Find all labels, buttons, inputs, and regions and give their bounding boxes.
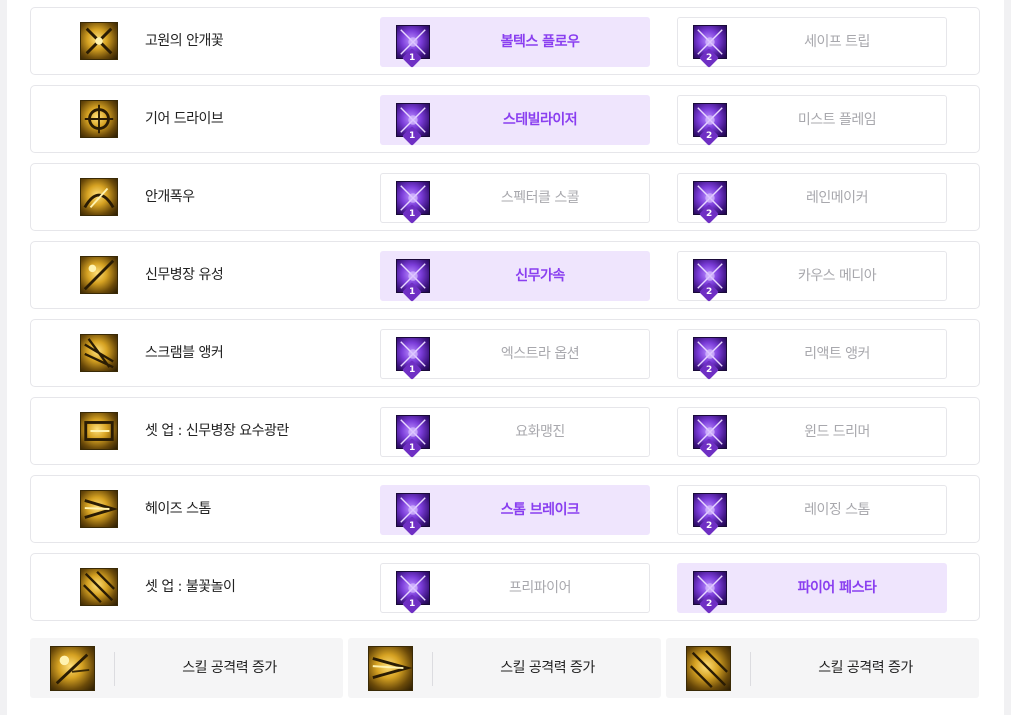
tripod-option-label: 요화맹진 bbox=[515, 424, 565, 440]
skill-tree-panel: 고원의 안개꽃 1 볼텍스 플로우 2 세이프 트립기어 드라이브 1 스테빌라이저 2 미스트… bbox=[7, 0, 1004, 715]
skill-name: 헤이즈 스톰 bbox=[145, 501, 211, 517]
tripod-option-label: 스톰 브레이크 bbox=[500, 502, 580, 518]
tripod-option-label: 볼텍스 플로우 bbox=[500, 34, 580, 50]
stat-bonus-item: 스킬 공격력 증가 bbox=[666, 638, 979, 698]
tripod-option-label: 리액트 앵커 bbox=[804, 346, 870, 362]
skill-name: 스크램블 앵커 bbox=[145, 345, 224, 361]
tripod-option-button[interactable]: 1 요화맹진 bbox=[380, 407, 650, 458]
skill-row: 헤이즈 스톰 1 스톰 브레이크 2 레이징 스톰 bbox=[30, 475, 980, 543]
tripod-option-button[interactable]: 1 스펙터클 스콜 bbox=[380, 173, 650, 224]
tripod-option-label: 미스트 플레임 bbox=[797, 112, 877, 128]
stat-divider bbox=[750, 652, 751, 686]
stat-bonus-label: 스킬 공격력 증가 bbox=[500, 660, 595, 676]
stat-bonus-item: 스킬 공격력 증가 bbox=[30, 638, 343, 698]
tripod-option-button[interactable]: 1 신무가속 bbox=[380, 251, 650, 302]
skill-row: 스크램블 앵커 1 엑스트라 옵션 2 리액트 앵커 bbox=[30, 319, 980, 387]
stat-bonus-item: 스킬 공격력 증가 bbox=[348, 638, 661, 698]
tripod-option-button[interactable]: 1 프리파이어 bbox=[380, 563, 650, 614]
haze-storm-skill-icon bbox=[80, 490, 118, 528]
stat-bonus-label: 스킬 공격력 증가 bbox=[818, 660, 913, 676]
tripod-option-label: 레인메이커 bbox=[806, 190, 868, 206]
tripod-option-button[interactable]: 2 파이어 페스타 bbox=[677, 563, 947, 614]
skill-name: 안개폭우 bbox=[145, 189, 195, 205]
tripod-option-label: 레이징 스톰 bbox=[804, 502, 870, 518]
gear-drive-skill-icon bbox=[80, 100, 118, 138]
tripod-option-button[interactable]: 2 레인메이커 bbox=[677, 173, 947, 224]
tripod-option-label: 윈드 드리머 bbox=[804, 424, 870, 440]
mist-rain-skill-icon bbox=[80, 178, 118, 216]
stat-divider bbox=[432, 652, 433, 686]
mist-flower-skill-icon bbox=[80, 22, 118, 60]
skill-row: 신무병장 유성 1 신무가속 2 카우스 메디아 bbox=[30, 241, 980, 309]
tripod-option-label: 세이프 트립 bbox=[804, 34, 870, 50]
skill-rows: 고원의 안개꽃 1 볼텍스 플로우 2 세이프 트립기어 드라이브 1 스테빌라이저 2 미스트… bbox=[30, 7, 980, 631]
tripod-option-button[interactable]: 2 세이프 트립 bbox=[677, 17, 947, 68]
tripod-option-label: 스펙터클 스콜 bbox=[500, 190, 580, 206]
skill-row: 셋 업 : 신무병장 요수광란 1 요화맹진 2 윈드 드리머 bbox=[30, 397, 980, 465]
tripod-option-label: 카우스 메디아 bbox=[797, 268, 877, 284]
meteor-weapon-skill-icon bbox=[50, 646, 95, 691]
tripod-option-button[interactable]: 1 스테빌라이저 bbox=[380, 95, 650, 146]
tripod-option-label: 파이어 페스타 bbox=[797, 580, 877, 596]
tripod-option-button[interactable]: 2 카우스 메디아 bbox=[677, 251, 947, 302]
scrollbar-gutter bbox=[1004, 0, 1011, 715]
skill-name: 셋 업 : 불꽃놀이 bbox=[145, 579, 236, 595]
skill-row: 셋 업 : 불꽃놀이 1 프리파이어 2 파이어 페스타 bbox=[30, 553, 980, 621]
tripod-option-button[interactable]: 2 리액트 앵커 bbox=[677, 329, 947, 380]
skill-name: 고원의 안개꽃 bbox=[145, 33, 224, 49]
tripod-option-button[interactable]: 1 엑스트라 옵션 bbox=[380, 329, 650, 380]
setup-weapon-skill-icon bbox=[80, 412, 118, 450]
tripod-option-label: 프리파이어 bbox=[509, 580, 571, 596]
skill-row: 기어 드라이브 1 스테빌라이저 2 미스트 플레임 bbox=[30, 85, 980, 153]
meteor-weapon-skill-icon bbox=[80, 256, 118, 294]
setup-firework-skill-icon bbox=[80, 568, 118, 606]
skill-name: 셋 업 : 신무병장 요수광란 bbox=[145, 423, 289, 439]
skill-row: 고원의 안개꽃 1 볼텍스 플로우 2 세이프 트립 bbox=[30, 7, 980, 75]
stat-bonus-label: 스킬 공격력 증가 bbox=[182, 660, 277, 676]
tripod-option-label: 스테빌라이저 bbox=[502, 112, 578, 128]
skill-row: 안개폭우 1 스펙터클 스콜 2 레인메이커 bbox=[30, 163, 980, 231]
stat-divider bbox=[114, 652, 115, 686]
haze-storm-skill-icon bbox=[368, 646, 413, 691]
tripod-option-button[interactable]: 2 레이징 스톰 bbox=[677, 485, 947, 536]
skill-name: 신무병장 유성 bbox=[145, 267, 224, 283]
tripod-option-button[interactable]: 2 미스트 플레임 bbox=[677, 95, 947, 146]
tripod-option-button[interactable]: 2 윈드 드리머 bbox=[677, 407, 947, 458]
tripod-option-label: 신무가속 bbox=[515, 268, 565, 284]
tripod-option-button[interactable]: 1 볼텍스 플로우 bbox=[380, 17, 650, 68]
stat-bonus-list: 스킬 공격력 증가 스킬 공격력 증가 스킬 공격력 증가 bbox=[30, 638, 980, 698]
tripod-option-label: 엑스트라 옵션 bbox=[500, 346, 580, 362]
skill-name: 기어 드라이브 bbox=[145, 111, 224, 127]
tripod-option-button[interactable]: 1 스톰 브레이크 bbox=[380, 485, 650, 536]
scramble-anchor-skill-icon bbox=[80, 334, 118, 372]
setup-firework-skill-icon bbox=[686, 646, 731, 691]
